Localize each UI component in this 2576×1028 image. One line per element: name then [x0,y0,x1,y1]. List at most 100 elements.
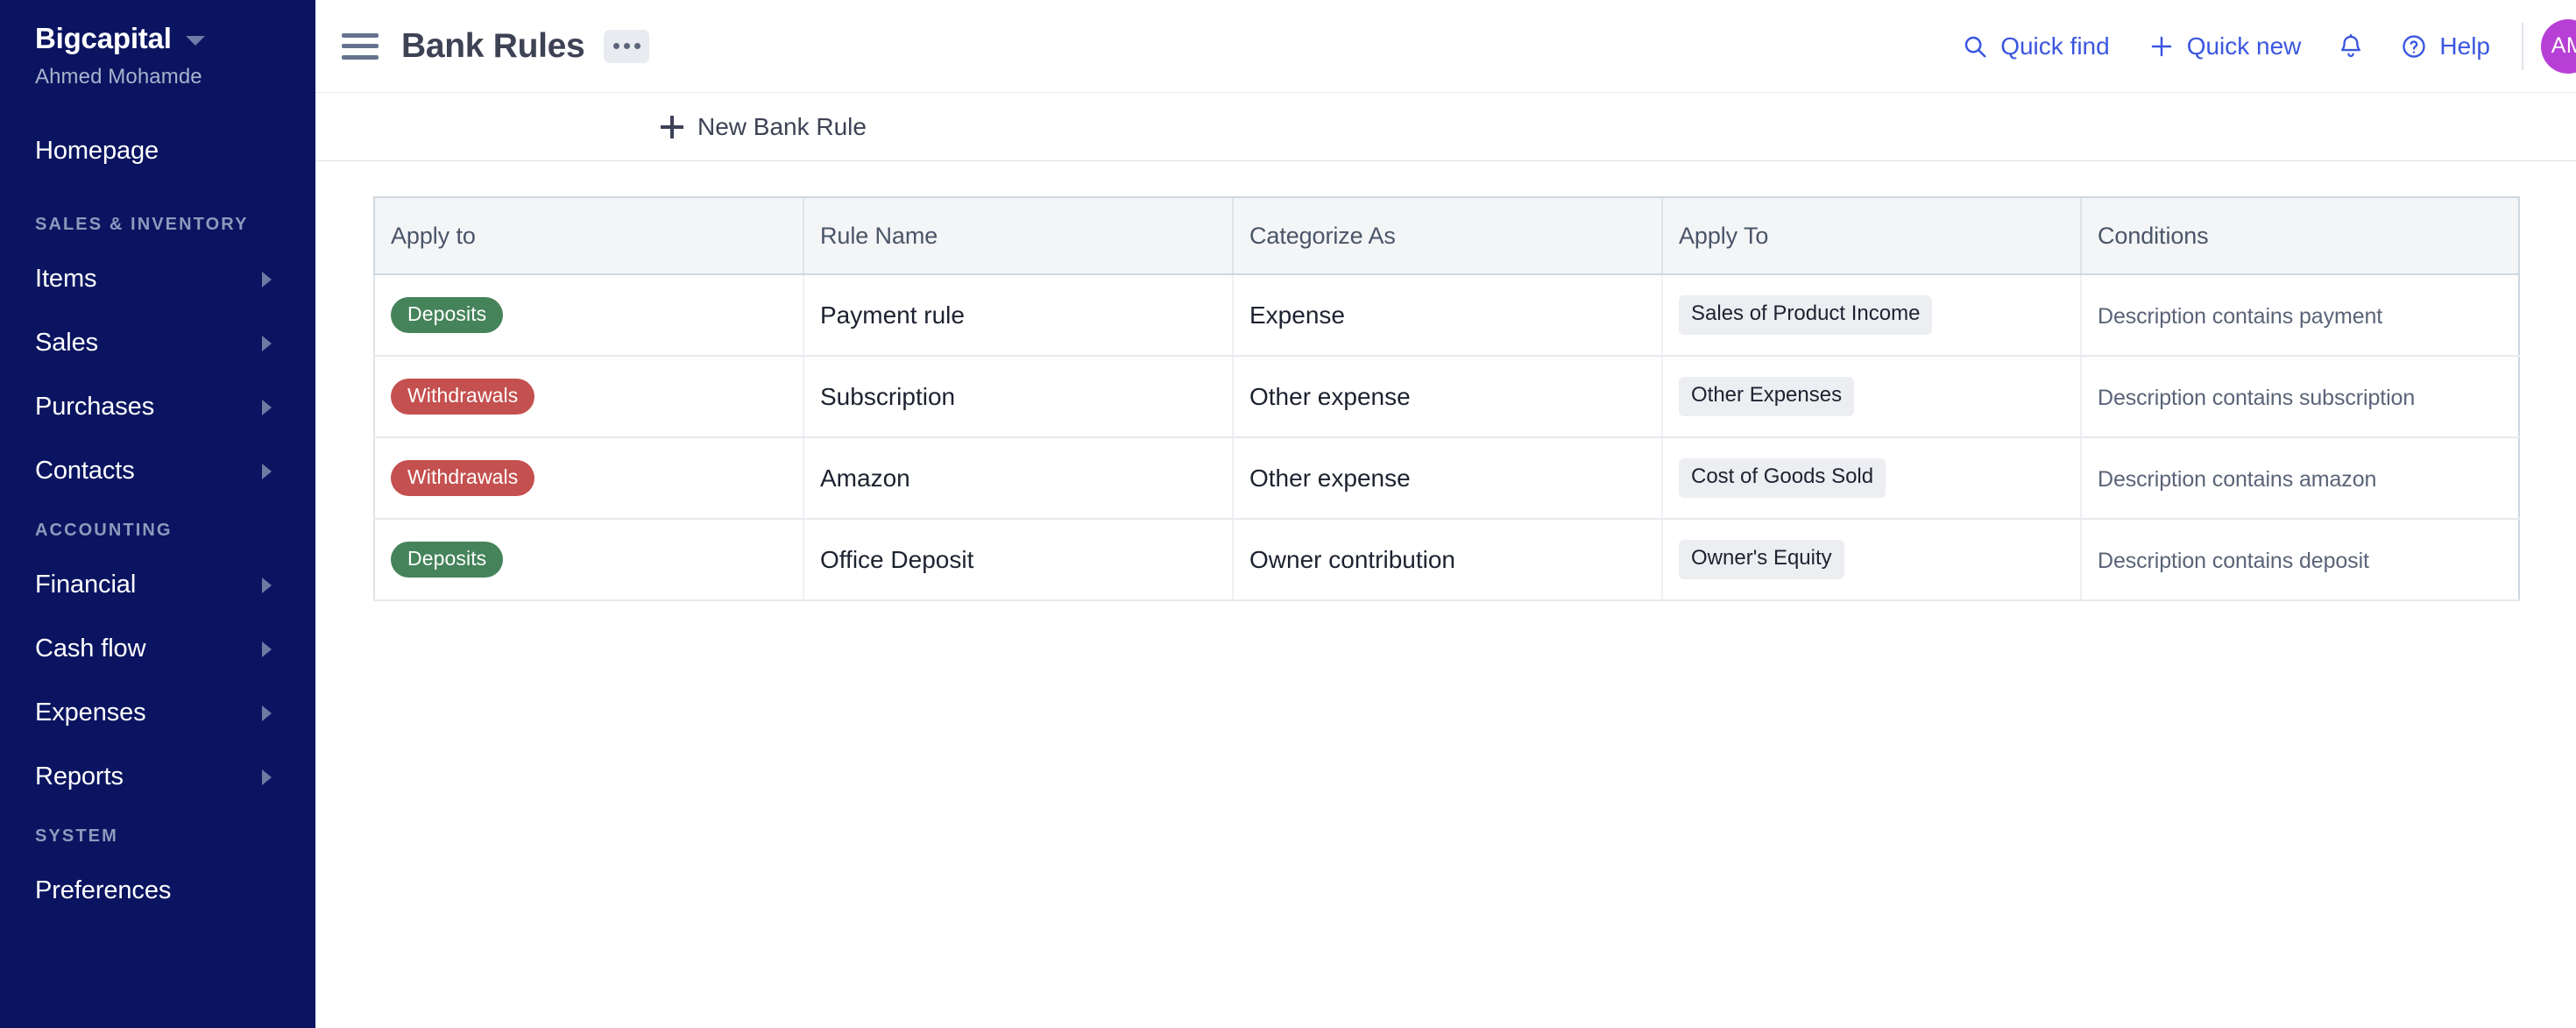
sidebar-section-system: SYSTEM Preferences [0,826,315,923]
sidebar-section-sales-inventory: SALES & INVENTORY Items Sales Purchases … [0,215,315,503]
conditions-text: Description contains payment [2098,303,2383,329]
avatar[interactable]: AM [2541,18,2576,74]
cell-conditions: Description contains deposit [2080,519,2519,601]
cell-categorize-as: Other expense [1232,437,1662,520]
notifications-button[interactable] [2320,32,2381,60]
sidebar-section-accounting: ACCOUNTING Financial Cash flow Expenses … [0,521,315,809]
topbar-actions: Quick find Quick new Help AM [1943,18,2576,74]
sidebar-item-label: Items [35,265,97,294]
sidebar-item-label: Financial [35,571,137,599]
status-badge: Withdrawals [391,459,535,497]
chevron-right-icon [262,705,272,721]
status-badge: Withdrawals [391,378,535,415]
organization-switcher[interactable]: Bigcapital [35,22,280,54]
cell-conditions: Description contains payment [2080,274,2519,357]
sidebar-item-reports[interactable]: Reports [0,745,315,809]
quick-find-button[interactable]: Quick find [1943,32,2129,60]
table-header-row: Apply to Rule Name Categorize As Apply T… [373,196,2519,275]
help-label: Help [2439,32,2490,60]
chevron-right-icon [262,399,272,415]
sidebar-item-label: Contacts [35,457,135,486]
cell-apply-to: Deposits [373,274,803,357]
sidebar-item-label: Purchases [35,393,155,422]
sidebar-item-homepage[interactable]: Homepage [0,119,315,183]
main-area: Bank Rules Quick find Quick new Help AM … [315,0,2576,1028]
table-body: Deposits Payment rule Expense Sales of P… [373,274,2519,601]
chevron-right-icon [262,641,272,657]
table-row[interactable]: Deposits Office Deposit Owner contributi… [373,519,2519,601]
column-header-apply-to[interactable]: Apply to [373,196,803,275]
table-header: Apply to Rule Name Categorize As Apply T… [373,196,2519,275]
sidebar-item-label: Cash flow [35,635,146,663]
sidebar-item-label: Expenses [35,698,146,727]
sidebar-item-items[interactable]: Items [0,247,315,311]
help-button[interactable]: Help [2381,32,2509,60]
bank-rules-table: Apply to Rule Name Categorize As Apply T… [373,196,2520,601]
account-tag: Owner's Equity [1679,540,1844,579]
new-bank-rule-label: New Bank Rule [697,112,867,140]
chevron-right-icon [262,463,272,479]
sidebar-item-sales[interactable]: Sales [0,311,315,375]
cell-apply-to: Withdrawals [373,437,803,520]
new-bank-rule-button[interactable]: New Bank Rule [661,113,867,141]
column-header-rule-name[interactable]: Rule Name [803,196,1233,275]
column-header-categorize-as[interactable]: Categorize As [1232,196,1662,275]
chevron-right-icon [262,769,272,785]
cell-categorize-as: Expense [1232,274,1662,357]
status-badge: Deposits [391,541,504,578]
sidebar-section-label: SALES & INVENTORY [35,215,249,235]
cell-rule-name: Office Deposit [803,519,1233,601]
action-toolbar: New Bank Rule [315,93,2576,161]
cell-apply-to: Deposits [373,519,803,601]
conditions-text: Description contains subscription [2098,385,2416,410]
sidebar-item-label: Preferences [35,876,172,905]
quick-new-button[interactable]: Quick new [2129,32,2321,60]
chevron-down-icon[interactable] [185,36,205,46]
sidebar-section-label: ACCOUNTING [35,521,173,541]
chevron-right-icon [262,271,272,287]
column-header-conditions[interactable]: Conditions [2080,196,2519,275]
sidebar-item-label: Sales [35,329,99,358]
sidebar-item-expenses[interactable]: Expenses [0,681,315,745]
account-tag: Sales of Product Income [1679,295,1933,335]
current-user-name: Ahmed Mohamde [35,65,202,89]
ellipsis-icon[interactable] [604,29,650,63]
column-header-apply-to-account[interactable]: Apply To [1661,196,2081,275]
chevron-right-icon [262,577,272,593]
cell-account: Sales of Product Income [1661,274,2081,357]
sidebar-item-financial[interactable]: Financial [0,553,315,617]
sidebar-item-purchases[interactable]: Purchases [0,375,315,439]
sidebar-item-preferences[interactable]: Preferences [0,859,315,923]
cell-account: Other Expenses [1661,356,2081,438]
account-tag: Cost of Goods Sold [1679,458,1886,498]
hamburger-menu-icon[interactable] [342,32,379,60]
toolbar-divider [2522,22,2523,70]
plus-icon [2148,33,2175,60]
table-empty-space [373,601,2520,1013]
plus-icon [661,115,683,138]
sidebar-item-label: Reports [35,762,124,791]
conditions-text: Description contains deposit [2098,548,2369,573]
cell-rule-name: Subscription [803,356,1233,438]
cell-account: Cost of Goods Sold [1661,437,2081,520]
cell-rule-name: Payment rule [803,274,1233,357]
table-row[interactable]: Withdrawals Amazon Other expense Cost of… [373,437,2519,520]
quick-new-label: Quick new [2186,32,2302,60]
table-row[interactable]: Deposits Payment rule Expense Sales of P… [373,274,2519,357]
sidebar-item-cash-flow[interactable]: Cash flow [0,617,315,681]
account-tag: Other Expenses [1679,377,1855,416]
question-circle-icon [2401,33,2427,60]
quick-find-label: Quick find [2000,32,2110,60]
brand-name: Bigcapital [35,22,172,54]
app-root: Bigcapital Ahmed Mohamde Homepage SALES … [0,0,2576,1028]
status-badge: Deposits [391,296,504,334]
content-area: Apply to Rule Name Categorize As Apply T… [315,161,2576,1028]
sidebar-item-contacts[interactable]: Contacts [0,439,315,503]
sidebar-item-label: Homepage [35,137,159,166]
cell-apply-to: Withdrawals [373,356,803,438]
cell-conditions: Description contains subscription [2080,356,2519,438]
sidebar: Bigcapital Ahmed Mohamde Homepage SALES … [0,0,315,1028]
brand-block: Bigcapital Ahmed Mohamde [0,22,315,89]
cell-categorize-as: Other expense [1232,356,1662,438]
table-row[interactable]: Withdrawals Subscription Other expense O… [373,356,2519,438]
